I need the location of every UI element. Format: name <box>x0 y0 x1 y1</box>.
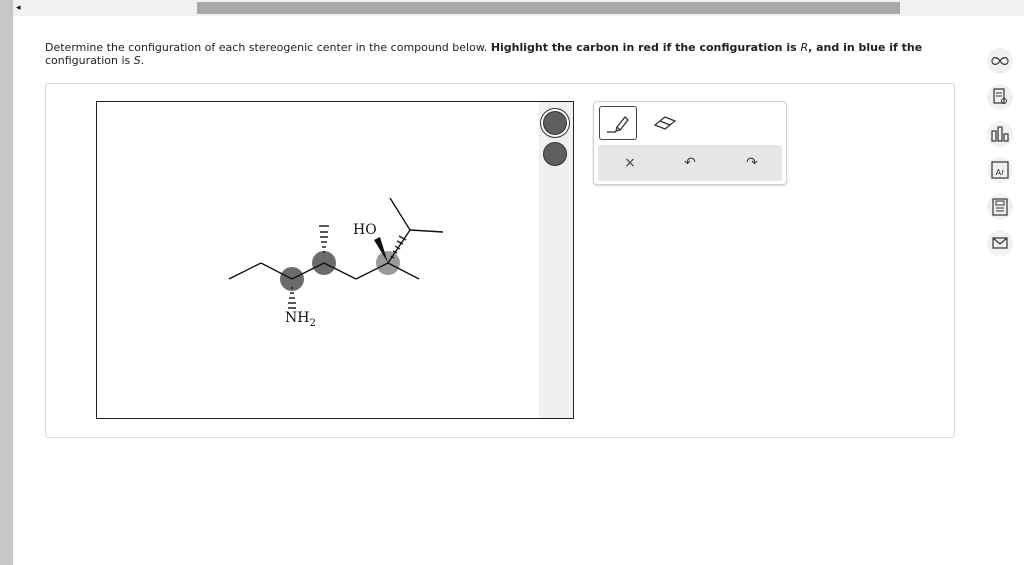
clear-icon: × <box>624 155 636 171</box>
periodic-table-button[interactable]: Ar <box>987 157 1013 183</box>
highlighter-icon <box>607 116 629 133</box>
prompt-bold-text-2: , and in blue if the <box>808 41 923 54</box>
prompt-text-1: Determine the configuration of each ster… <box>45 41 491 54</box>
notes-button[interactable] <box>987 84 1013 110</box>
toolbox-action-row: × ↶ ↷ <box>598 145 782 181</box>
hydroxyl-label: HO <box>353 222 377 238</box>
infinity-button[interactable] <box>987 48 1013 74</box>
prompt-text-2: configuration is <box>45 54 134 67</box>
clear-button[interactable]: × <box>610 145 650 181</box>
periodic-table-icon: Ar <box>991 161 1009 179</box>
prompt-r-symbol: R <box>800 41 809 54</box>
chart-button[interactable] <box>987 121 1013 147</box>
calculator-icon <box>992 198 1008 216</box>
eraser-icon <box>653 116 677 130</box>
undo-button[interactable]: ↶ <box>670 145 710 181</box>
eraser-tool-button[interactable] <box>646 106 684 140</box>
undo-icon: ↶ <box>684 155 696 171</box>
amine-label-text: NH <box>285 310 310 326</box>
mail-button[interactable] <box>987 230 1013 256</box>
infinity-icon <box>991 57 1009 65</box>
prompt-bold-text: Highlight the carbon in red if the confi… <box>490 41 801 54</box>
question-prompt: Determine the configuration of each ster… <box>45 41 925 67</box>
amine-label-subscript: 2 <box>309 317 316 329</box>
molecule-drawing <box>228 197 444 309</box>
notes-icon <box>993 88 1007 104</box>
color-palette-rail <box>539 101 574 419</box>
highlighter-tool-button[interactable] <box>599 106 637 140</box>
back-arrow-icon[interactable]: ◂ <box>16 3 21 13</box>
hash-wedge-c3 <box>319 225 329 253</box>
color-swatch-2[interactable] <box>543 142 567 166</box>
left-edge-bar <box>0 0 13 565</box>
color-swatch-1[interactable] <box>543 111 567 135</box>
redo-icon: ↷ <box>746 155 758 171</box>
horizontal-scroll-thumb[interactable] <box>197 2 900 14</box>
carbon-skeleton <box>228 197 444 280</box>
mail-icon <box>992 237 1008 249</box>
drawing-toolbox: × ↶ ↷ <box>593 101 787 185</box>
periodic-table-label: Ar <box>996 168 1005 177</box>
prompt-end: . <box>140 54 145 67</box>
amine-label: NH2 <box>285 310 316 332</box>
chart-icon <box>991 126 1009 142</box>
page-root: ◂ Determine the configuration of each st… <box>0 0 1024 565</box>
prompt-s-symbol: S <box>133 54 141 67</box>
calculator-button[interactable] <box>987 194 1013 220</box>
redo-button[interactable]: ↷ <box>732 145 772 181</box>
molecule-canvas[interactable]: HO NH2 <box>96 101 540 419</box>
